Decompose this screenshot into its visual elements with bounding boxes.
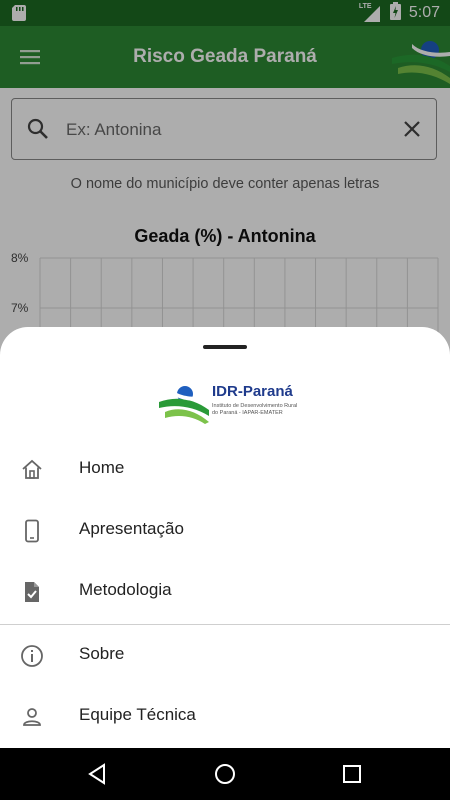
logo-subtitle: Instituto de Desenvolvimento Rural do Pa… xyxy=(212,403,298,416)
menu-item-equipe-tecnica[interactable]: Equipe Técnica xyxy=(0,689,450,745)
menu-item-apresentacao[interactable]: Apresentação xyxy=(0,503,450,559)
system-navigation-bar xyxy=(0,748,450,800)
menu-item-sobre[interactable]: Sobre xyxy=(0,628,450,684)
back-icon[interactable] xyxy=(86,762,110,786)
menu-item-label: Metodologia xyxy=(79,580,172,599)
person-icon xyxy=(20,705,44,729)
recents-icon[interactable] xyxy=(340,762,364,786)
menu-item-label: Equipe Técnica xyxy=(79,705,196,724)
idr-parana-logo: IDR-Paraná Instituto de Desenvolvimento … xyxy=(159,380,297,424)
logo-title: IDR-Paraná xyxy=(212,383,293,400)
drag-handle[interactable] xyxy=(203,345,247,349)
document-check-icon xyxy=(20,580,44,604)
menu-item-home[interactable]: Home xyxy=(0,442,450,498)
navigation-bottom-sheet: IDR-Paraná Instituto de Desenvolvimento … xyxy=(0,327,450,748)
menu-item-label: Home xyxy=(79,458,125,477)
menu-item-label: Sobre xyxy=(79,644,125,663)
menu-item-metodologia[interactable]: Metodologia xyxy=(0,564,450,620)
info-icon xyxy=(20,644,44,668)
smartphone-icon xyxy=(20,519,44,543)
home-circle-icon[interactable] xyxy=(213,762,237,786)
divider xyxy=(0,624,450,625)
menu-item-label: Apresentação xyxy=(79,519,184,538)
home-icon xyxy=(20,458,44,482)
